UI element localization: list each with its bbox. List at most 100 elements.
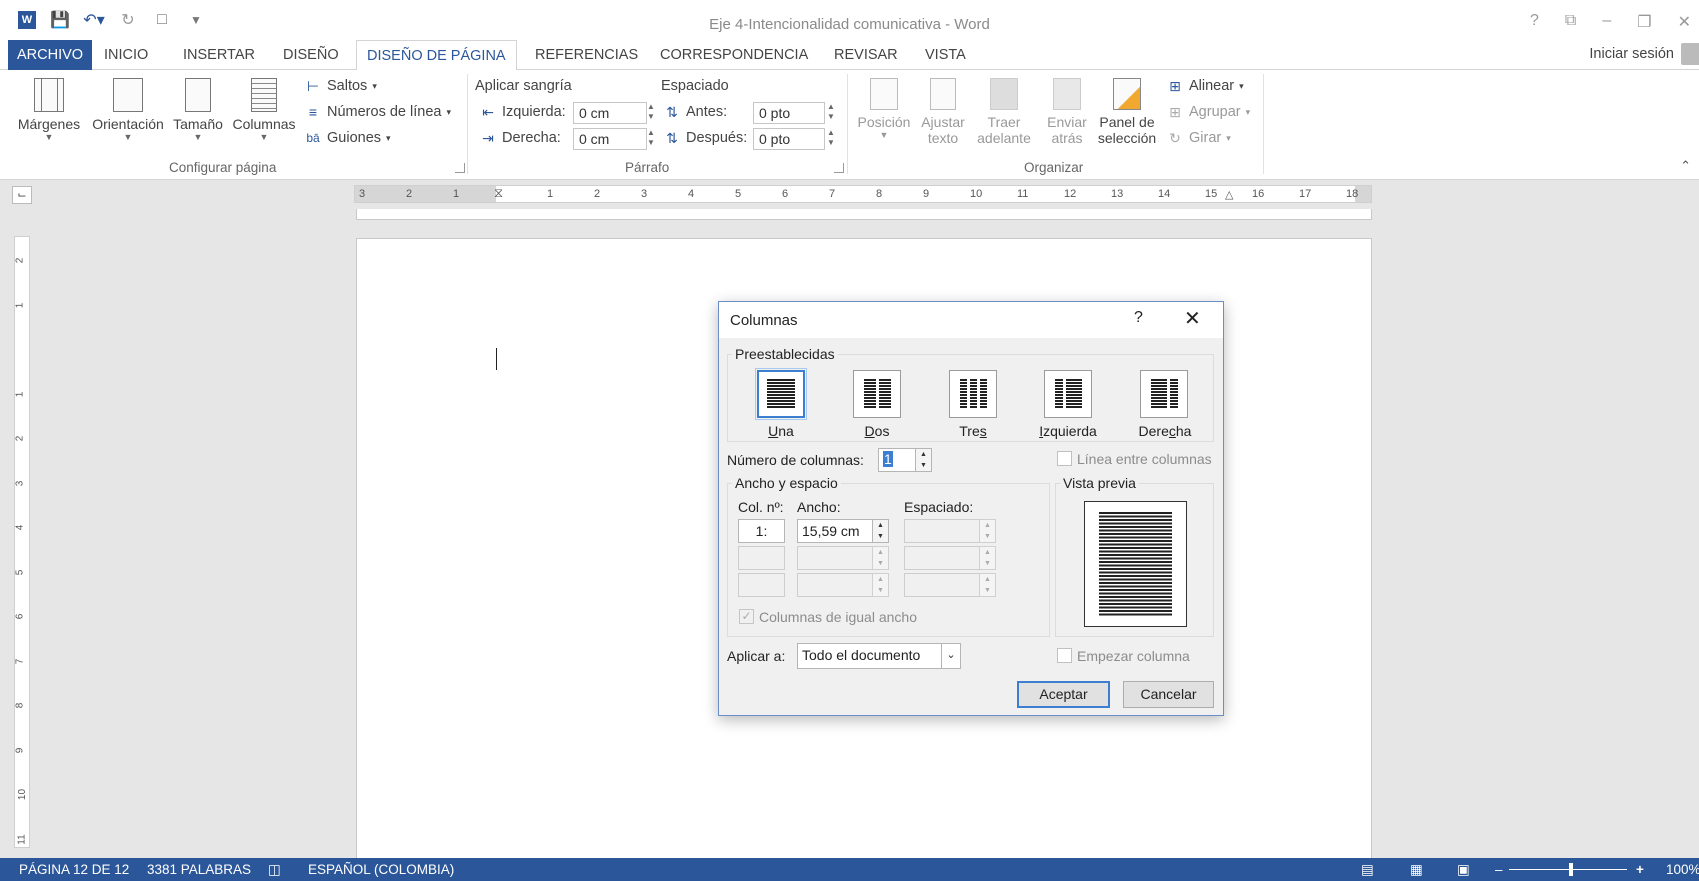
tab-archivo[interactable]: ARCHIVO	[8, 40, 93, 70]
page-count[interactable]: PÁGINA 12 DE 12	[19, 862, 129, 877]
sangria-izquierda-input[interactable]: 0 cm	[573, 102, 647, 124]
girar-button[interactable]: ↻ Girar ▾	[1166, 130, 1231, 147]
vruler-mark: 1	[14, 302, 26, 308]
ancho-input-1[interactable]: 15,59 cm	[797, 519, 874, 543]
espaciado-header: Espaciado:	[904, 499, 974, 515]
sangria-derecha-spinner[interactable]: ▲ ▼	[646, 128, 656, 150]
numeros-de-linea-button[interactable]: ≡ Números de línea ▾	[304, 104, 451, 120]
parrafo-launcher-icon[interactable]	[834, 163, 844, 173]
ruler-mark: 14	[1158, 188, 1171, 200]
tab-insertar[interactable]: INSERTAR	[173, 40, 265, 70]
position-icon	[870, 78, 898, 110]
language[interactable]: ESPAÑOL (COLOMBIA)	[308, 862, 454, 877]
tab-correspondencia[interactable]: CORRESPONDENCIA	[650, 40, 818, 70]
empezar-columna-checkbox[interactable]	[1057, 648, 1072, 663]
ancho-header: Ancho:	[797, 499, 841, 515]
posicion-button[interactable]: Posición ▼	[854, 78, 914, 140]
espaciado-input-2[interactable]	[904, 546, 981, 570]
tab-selector-icon[interactable]: ⌙	[12, 186, 32, 204]
print-layout-icon[interactable]: ▦	[1410, 862, 1423, 878]
sangria-derecha-input[interactable]: 0 cm	[573, 128, 647, 150]
proofing-icon[interactable]: ◫	[268, 862, 281, 878]
close-window-icon[interactable]: ✕	[1678, 12, 1691, 32]
tamano-button[interactable]: Tamaño ▼	[170, 78, 226, 142]
num-columnas-label: Número de columnas:	[727, 452, 864, 468]
preset-dos-button[interactable]	[853, 370, 901, 418]
espaciado-antes-input[interactable]: 0 pto	[753, 102, 825, 124]
preset-una-label: Una	[768, 423, 794, 439]
sangria-izquierda-spinner[interactable]: ▲ ▼	[646, 102, 656, 124]
tab-diseno[interactable]: DISEÑO	[273, 40, 349, 70]
tab-referencias[interactable]: REFERENCIAS	[525, 40, 648, 70]
preset-tres-button[interactable]	[949, 370, 997, 418]
aceptar-button[interactable]: Aceptar	[1017, 681, 1110, 708]
ajustar-texto-button[interactable]: Ajustar texto	[914, 78, 972, 146]
dialog-help-icon[interactable]: ?	[1134, 309, 1143, 327]
agrupar-button[interactable]: ⊞ Agrupar ▾	[1166, 104, 1250, 121]
espaciado-input-1[interactable]	[904, 519, 981, 543]
zoom-in-icon[interactable]: +	[1636, 862, 1644, 877]
ruler-mark: 1	[547, 188, 554, 200]
spacing-after-icon: ⇅	[666, 129, 678, 146]
read-mode-icon[interactable]: ▤	[1361, 862, 1374, 878]
espaciado-despues-input[interactable]: 0 pto	[753, 128, 825, 150]
num-columnas-spinner[interactable]: ▲ ▼	[915, 448, 932, 472]
restore-icon[interactable]: ❐	[1637, 12, 1651, 32]
aplicar-a-dropdown-icon[interactable]: ⌄	[941, 643, 961, 669]
linea-entre-columnas-checkbox[interactable]	[1057, 451, 1072, 466]
igual-ancho-checkbox[interactable]: ✓	[739, 609, 754, 624]
espaciado-spinner-3[interactable]: ▲ ▼	[979, 573, 996, 597]
zoom-slider[interactable]	[1509, 869, 1627, 870]
ancho-spinner-2[interactable]: ▲ ▼	[872, 546, 889, 570]
alinear-button[interactable]: ⊞ Alinear ▾	[1166, 78, 1244, 95]
margenes-button[interactable]: Márgenes ▼	[14, 78, 84, 142]
dialog-close-icon[interactable]: ✕	[1184, 306, 1201, 331]
help-icon[interactable]: ?	[1530, 12, 1539, 32]
preset-derecha-button[interactable]	[1140, 370, 1188, 418]
zoom-level[interactable]: 100%	[1666, 862, 1699, 877]
right-indent-marker-icon[interactable]: △	[1225, 188, 1233, 201]
tab-revisar[interactable]: REVISAR	[824, 40, 908, 70]
page-size-icon	[185, 78, 211, 112]
configurar-pagina-launcher-icon[interactable]	[455, 163, 465, 173]
user-avatar-icon[interactable]	[1681, 43, 1699, 65]
vertical-ruler[interactable]: 2 1 1 2 3 4 5 6 7 8 9 10 11	[14, 236, 30, 848]
word-count[interactable]: 3381 PALABRAS	[147, 862, 251, 877]
espaciado-spinner-2[interactable]: ▲ ▼	[979, 546, 996, 570]
minimize-icon[interactable]: –	[1602, 12, 1611, 32]
ancho-spinner-3[interactable]: ▲ ▼	[872, 573, 889, 597]
preset-una-button[interactable]	[755, 368, 807, 420]
web-layout-icon[interactable]: ▣	[1457, 862, 1470, 878]
ancho-spinner-1[interactable]: ▲ ▼	[872, 519, 889, 543]
espaciado-input-3[interactable]	[904, 573, 981, 597]
hyphenation-icon: bā	[306, 131, 320, 145]
indent-marker-icon[interactable]: ⧖	[494, 185, 503, 201]
tab-diseno-de-pagina[interactable]: DISEÑO DE PÁGINA	[356, 40, 517, 71]
espaciado-despues-spinner[interactable]: ▲ ▼	[826, 128, 836, 150]
espaciado-spinner-1[interactable]: ▲ ▼	[979, 519, 996, 543]
num-columnas-value: 1	[883, 451, 893, 467]
espaciado-antes-spinner[interactable]: ▲ ▼	[826, 102, 836, 124]
zoom-out-icon[interactable]: –	[1495, 862, 1503, 877]
cancelar-button[interactable]: Cancelar	[1123, 681, 1214, 708]
saltos-button[interactable]: ⊢ Saltos ▾	[304, 78, 377, 95]
ancho-input-2[interactable]	[797, 546, 874, 570]
columnas-button[interactable]: Columnas ▼	[228, 78, 300, 142]
horizontal-ruler[interactable]: 3 2 1 1 2 3 4 5 6 7 8 9 10 11 12 13 14 15 16 17 18 ⧖ △	[354, 185, 1372, 203]
tab-inicio[interactable]: INICIO	[94, 40, 158, 70]
zoom-slider-thumb[interactable]	[1569, 863, 1573, 876]
panel-de-seleccion-button[interactable]: Panel de selección	[1094, 78, 1160, 146]
tab-vista[interactable]: VISTA	[915, 40, 976, 70]
guiones-button[interactable]: bā Guiones ▾	[304, 130, 390, 146]
ancho-input-3[interactable]	[797, 573, 874, 597]
ribbon-display-options-icon[interactable]: ⧉	[1565, 12, 1576, 32]
preset-izquierda-button[interactable]	[1044, 370, 1092, 418]
enviar-atras-button[interactable]: Enviar atrás	[1038, 78, 1096, 146]
aplicar-a-select[interactable]: Todo el documento	[797, 643, 942, 669]
orientacion-button[interactable]: Orientación ▼	[88, 78, 168, 142]
sign-in-link[interactable]: Iniciar sesión	[1589, 46, 1674, 62]
ruler-mark: 5	[735, 188, 742, 200]
traer-adelante-button[interactable]: Traer adelante	[970, 78, 1038, 146]
collapse-ribbon-icon[interactable]: ⌃	[1680, 158, 1691, 174]
num-columnas-input[interactable]: 1	[878, 448, 916, 472]
